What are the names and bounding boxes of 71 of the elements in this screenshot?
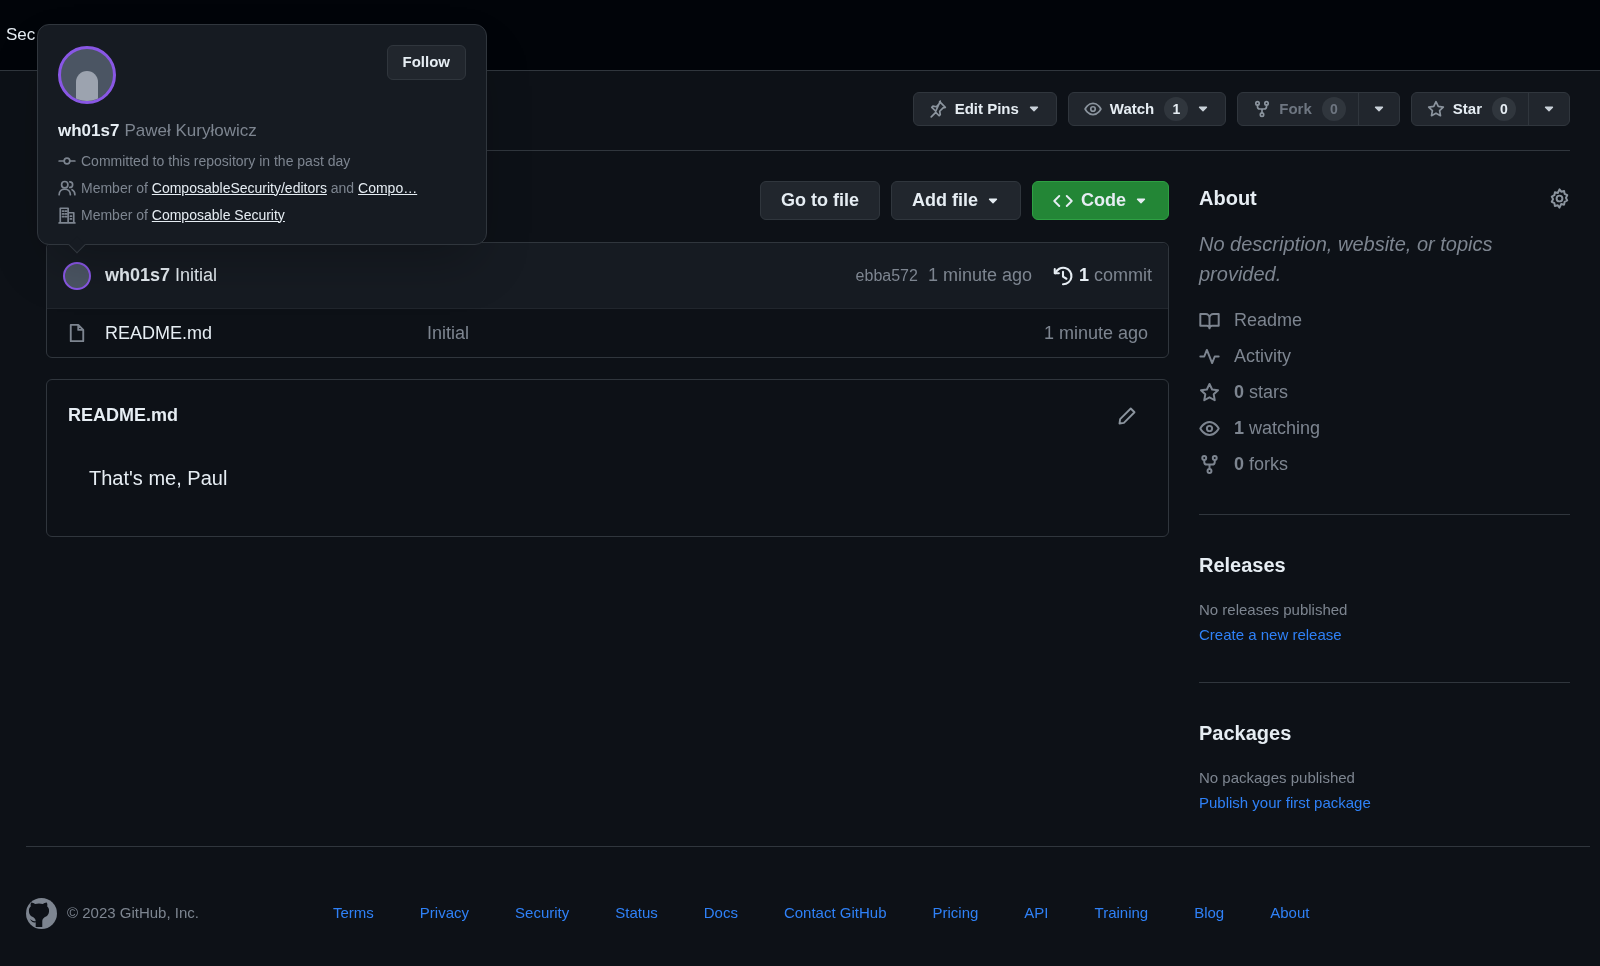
footer-link[interactable]: Privacy <box>419 902 470 925</box>
membership-text: Member of ComposableSecurity/editors and Compo… <box>81 178 418 198</box>
stars-link[interactable]: 0 stars <box>1199 381 1570 404</box>
empty-state-text: No packages published <box>1199 768 1356 788</box>
forks-link[interactable]: 0 forks <box>1199 453 1570 476</box>
footer-link[interactable]: Security <box>515 902 570 925</box>
footer-link[interactable]: Contact GitHub <box>783 902 887 925</box>
file-name[interactable]: README.md <box>105 319 427 347</box>
code-button[interactable]: Code <box>1032 181 1169 220</box>
section-title: Releases <box>1199 553 1287 578</box>
readme-title: README.md <box>68 404 178 427</box>
header-text[interactable]: Sec <box>6 22 36 48</box>
fork-icon <box>1199 454 1220 475</box>
building-icon <box>58 206 76 224</box>
go-to-file-button[interactable]: Go to file <box>760 181 880 220</box>
contribution-text: Committed to this repository in the past day <box>81 151 351 171</box>
organization-text: Member of Composable Security <box>81 205 285 225</box>
footer-link[interactable]: Docs <box>703 902 738 925</box>
team-link[interactable]: Compo… <box>358 179 418 196</box>
create-link[interactable]: Create a new release <box>1199 623 1570 646</box>
commit-time: 1 minute ago <box>1043 321 1148 345</box>
watch-button[interactable]: Watch 1 <box>1068 93 1226 125</box>
footer-link[interactable]: Blog <box>1194 902 1225 925</box>
avatar <box>63 261 91 290</box>
commit-message[interactable]: Initial <box>175 262 218 289</box>
username[interactable]: wh01s7 <box>58 118 120 144</box>
pencil-icon <box>1117 405 1137 426</box>
section-title: About <box>1199 186 1257 211</box>
footer-link[interactable]: Terms <box>333 902 374 925</box>
full-name: Paweł Kuryłowicz <box>124 120 257 142</box>
section-title: Packages <box>1199 721 1293 746</box>
pulse-icon <box>1199 346 1220 367</box>
team-link[interactable]: ComposableSecurity/editors <box>151 179 327 196</box>
eye-icon <box>1083 100 1102 118</box>
file-icon <box>67 323 87 343</box>
empty-state-text: No releases published <box>1199 600 1349 620</box>
commit-author[interactable]: wh01s7 <box>105 262 171 289</box>
pin-button[interactable]: Edit Pins <box>913 93 1056 125</box>
counter: 1 <box>1164 97 1189 121</box>
footer-link[interactable]: API <box>1024 902 1049 925</box>
commit-time: 1 minute ago <box>927 264 1032 287</box>
copyright-text: © 2023 GitHub, Inc. <box>67 903 200 924</box>
counter: 0 <box>1321 97 1346 121</box>
add-file-button[interactable]: Add file <box>891 181 1021 220</box>
avatar <box>58 46 116 104</box>
footer-link[interactable]: Pricing <box>932 902 979 925</box>
commit-hash[interactable]: ebba572 <box>855 263 918 288</box>
settings-icon <box>1549 187 1570 209</box>
footer-link[interactable]: About <box>1270 902 1310 925</box>
readme-link[interactable]: Readme <box>1199 309 1570 332</box>
history-icon <box>1052 264 1074 287</box>
fork-icon <box>1253 100 1272 118</box>
pin-icon <box>928 100 947 118</box>
team-link[interactable]: Composable Security <box>151 206 285 223</box>
create-link[interactable]: Publish your first package <box>1199 791 1570 814</box>
github-logo-icon <box>26 898 57 929</box>
commit-message[interactable]: Initial <box>427 319 470 347</box>
eye-icon <box>1199 418 1220 439</box>
watchers-link[interactable]: 1 watching <box>1199 417 1570 440</box>
follow-button[interactable]: Follow <box>386 45 466 80</box>
readme-text: That's me, Paul <box>89 466 229 491</box>
footer-link[interactable]: Status <box>615 902 658 925</box>
star-icon <box>1426 100 1445 118</box>
star-icon <box>1199 382 1220 403</box>
book-icon <box>1199 310 1220 331</box>
commit-history-link[interactable]: 1 commit <box>1052 262 1152 289</box>
counter: 0 <box>1492 97 1516 121</box>
repo-description: No description, website, or topics provided. <box>1199 232 1494 287</box>
activity-link[interactable]: Activity <box>1199 345 1570 368</box>
people-icon <box>58 179 76 197</box>
footer-link[interactable]: Training <box>1094 902 1149 925</box>
